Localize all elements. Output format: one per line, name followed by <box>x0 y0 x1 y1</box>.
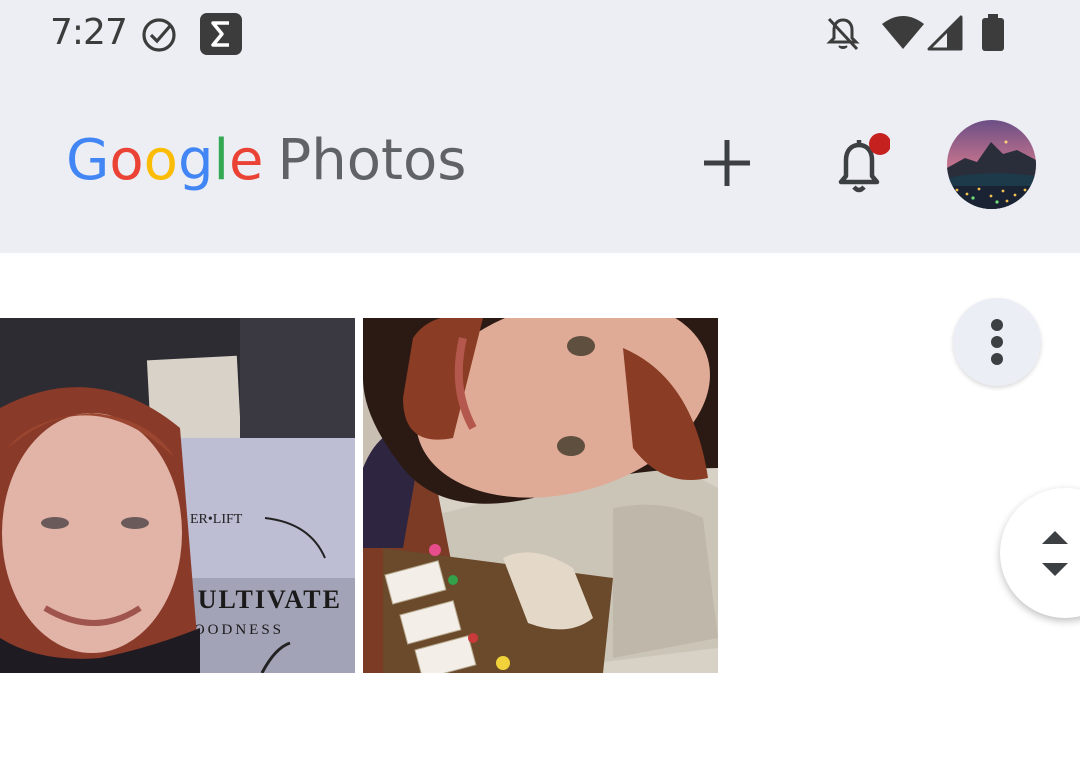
account-avatar[interactable] <box>947 120 1036 209</box>
photo-thumbnail[interactable] <box>363 318 718 673</box>
logo-letter: e <box>229 128 264 193</box>
sigma-app-icon <box>200 13 242 55</box>
status-time: 7:27 <box>50 12 128 53</box>
photo-thumbnail[interactable]: ER•LIFT CULTIVATE GOODNESS <box>0 318 355 673</box>
logo-letter: o <box>143 128 178 193</box>
add-button[interactable] <box>700 136 754 190</box>
signal-icon <box>927 15 963 51</box>
logo-letter: g <box>177 128 214 193</box>
check-circle-icon <box>142 18 176 52</box>
more-vert-icon <box>991 319 1003 331</box>
battery-icon <box>982 14 1004 51</box>
more-vert-icon-dot <box>991 353 1003 365</box>
notifications-button[interactable] <box>830 132 891 196</box>
status-bar: 7:27 <box>0 0 1080 70</box>
logo-letter: G <box>66 128 110 193</box>
google-photos-logo[interactable]: Google Photos <box>66 128 466 193</box>
wifi-icon <box>882 16 924 49</box>
add-icon <box>704 140 750 186</box>
notification-dot <box>869 133 891 155</box>
notifications-off-icon <box>826 17 860 51</box>
fast-scroll-handle[interactable] <box>1000 488 1080 618</box>
logo-letter: l <box>213 128 230 193</box>
photo-selfie-with-sign: ER•LIFT CULTIVATE GOODNESS <box>0 318 355 673</box>
logo-product-name: Photos <box>277 128 467 193</box>
scroll-updown-icon <box>1042 531 1068 576</box>
more-options-button[interactable] <box>953 298 1041 386</box>
sign-text-main: CULTIVATE <box>177 585 342 614</box>
avatar-image <box>947 120 1036 209</box>
notification-bell-icon <box>838 133 891 193</box>
sign-text-top: ER•LIFT <box>190 512 243 527</box>
photo-selfie-with-gift-bags <box>363 318 718 673</box>
app-bar: Google Photos <box>0 70 1080 253</box>
more-vert-icon-dot <box>991 336 1003 348</box>
logo-letter: o <box>109 128 144 193</box>
